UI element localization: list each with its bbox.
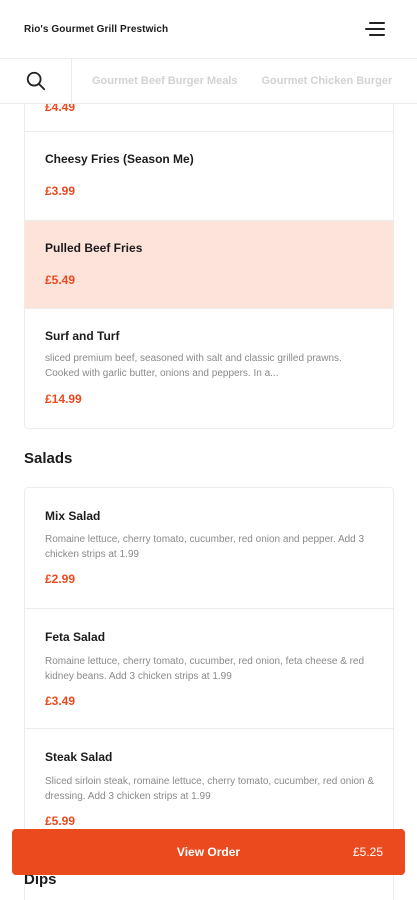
tab-gourmet-chicken-burger[interactable]: Gourmet Chicken Burger xyxy=(249,75,404,87)
section-title-salads: Salads xyxy=(24,450,73,467)
search-icon xyxy=(26,71,45,91)
view-order-button[interactable]: View Order £5.25 xyxy=(12,829,405,875)
shop-name: Rio's Gourmet Grill Prestwich xyxy=(24,23,169,35)
menu-line xyxy=(369,22,385,24)
item-price: £5.99 xyxy=(45,814,76,828)
menu-item-feta-salad[interactable]: Feta Salad Romaine lettuce, cherry tomat… xyxy=(25,608,393,728)
item-name: Feta Salad xyxy=(45,630,106,644)
item-name: Surf and Turf xyxy=(45,329,120,343)
item-price: £14.99 xyxy=(45,392,82,406)
app-header: Rio's Gourmet Grill Prestwich xyxy=(0,0,417,58)
menu-content[interactable]: £4.49 Cheesy Fries (Season Me) £3.99 Pul… xyxy=(0,104,417,900)
item-description: Romaine lettuce, cherry tomato, cucumber… xyxy=(45,656,365,682)
item-price: £4.49 xyxy=(45,104,76,114)
menu-item-mix-salad[interactable]: Mix Salad Romaine lettuce, cherry tomato… xyxy=(25,488,393,608)
category-bar: Gourmet Beef Burger Meals Gourmet Chicke… xyxy=(0,58,417,104)
menu-item-surf-and-turf[interactable]: Surf and Turf sliced premium beef, seaso… xyxy=(25,308,393,428)
menu-item-cheesy-fries[interactable]: Cheesy Fries (Season Me) £3.99 xyxy=(25,131,393,220)
item-name: Steak Salad xyxy=(45,750,113,764)
order-total: £5.25 xyxy=(352,845,383,859)
menu-line xyxy=(365,28,385,30)
item-name: Mix Salad xyxy=(45,509,101,523)
menu-line xyxy=(369,34,385,36)
view-order-label: View Order xyxy=(176,845,241,859)
item-name: Pulled Beef Fries xyxy=(45,241,143,255)
item-price: £2.99 xyxy=(45,572,76,586)
fries-card: £4.49 Cheesy Fries (Season Me) £3.99 Pul… xyxy=(24,104,394,429)
item-description: Romaine lettuce, cherry tomato, cucumber… xyxy=(45,534,365,560)
hamburger-menu-icon[interactable] xyxy=(365,22,385,36)
item-description: sliced premium beef, seasoned with salt … xyxy=(45,353,342,379)
category-tabs: Gourmet Beef Burger Meals Gourmet Chicke… xyxy=(72,75,404,87)
item-price: £3.49 xyxy=(45,694,76,708)
item-price: £3.99 xyxy=(45,184,76,198)
tab-gourmet-beef-burger-meals[interactable]: Gourmet Beef Burger Meals xyxy=(80,75,249,87)
menu-item-pulled-beef-fries[interactable]: Pulled Beef Fries £5.49 xyxy=(25,220,393,308)
search-button[interactable] xyxy=(0,59,72,103)
item-price: £5.49 xyxy=(45,273,76,287)
menu-item-partial[interactable]: £4.49 xyxy=(25,104,393,131)
item-description: Sliced sirloin steak, romaine lettuce, c… xyxy=(45,776,375,802)
item-name: Cheesy Fries (Season Me) xyxy=(45,152,194,166)
